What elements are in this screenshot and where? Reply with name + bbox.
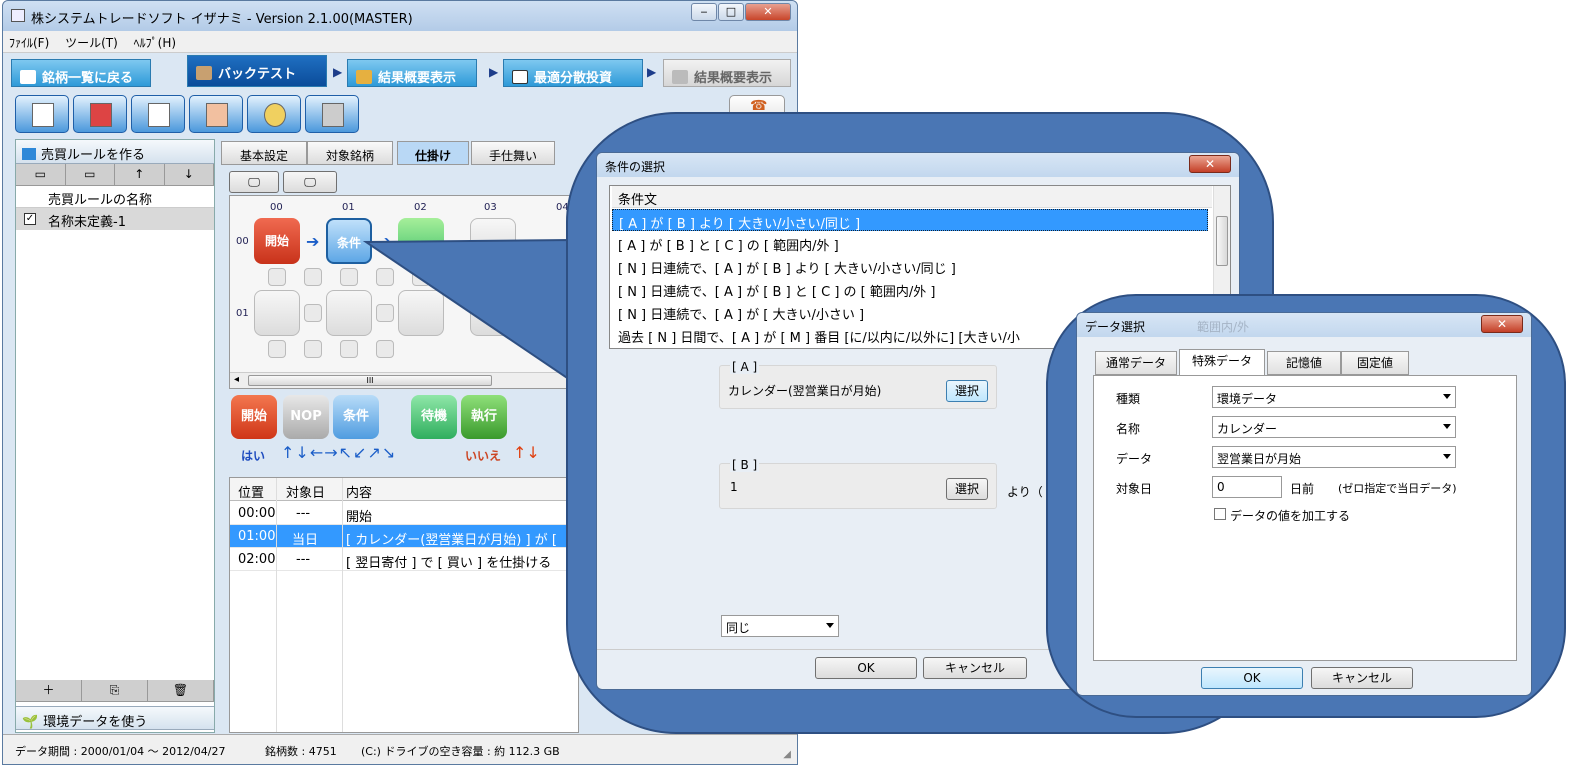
dialog-close-button[interactable]: ✕ [1189, 155, 1231, 173]
chevron-down-icon [826, 623, 834, 628]
dialog-title-bar[interactable]: 条件の選択 ✕ [597, 153, 1239, 177]
tab-fixed-value[interactable]: 固定値 [1341, 351, 1409, 375]
name-value: カレンダー [1217, 422, 1278, 436]
group-b-value: 1 [730, 480, 738, 494]
dialog-title: 条件の選択 [605, 160, 666, 174]
tab-normal-data[interactable]: 通常データ [1095, 351, 1177, 375]
data-label: データ [1116, 452, 1153, 466]
data-select[interactable]: 翌営業日が月始 [1212, 446, 1456, 468]
group-a-value: カレンダー(翌営業日が月始) [728, 384, 882, 398]
select-a-button[interactable]: 選択 [946, 380, 988, 402]
data-value: 翌営業日が月始 [1217, 452, 1302, 466]
group-b: [ B ] 1 選択 [719, 458, 997, 509]
dialog-title: データ選択 [1085, 320, 1146, 334]
dialog-title-ghost: 範囲内/外 [1197, 320, 1250, 334]
list-item[interactable]: [ A ] が [ B ] と [ C ] の [ 範囲内/外 ] [612, 232, 845, 254]
list-item[interactable]: 過去 [ N ] 日間で、[ A ] が [ M ] 番目 [に/以内に/以外に… [612, 324, 1026, 346]
ok-button[interactable]: OK [815, 657, 917, 679]
list-item[interactable]: [ A ] が [ B ] より [ 大きい/小さい/同じ ] [612, 209, 1208, 232]
compare-value: 同じ [726, 621, 751, 635]
callout-pointer-1 [362, 238, 587, 393]
kind-value: 環境データ [1217, 392, 1278, 406]
list-item[interactable]: [ N ] 日連続で、[ A ] が [ 大きい/小さい ] [612, 301, 870, 323]
tab-memory-value[interactable]: 記憶値 [1267, 351, 1341, 375]
chevron-down-icon [1443, 454, 1451, 459]
name-label: 名称 [1116, 422, 1141, 436]
chevron-down-icon [1443, 394, 1451, 399]
scroll-thumb[interactable] [1216, 216, 1228, 266]
group-b-label: [ B ] [730, 458, 760, 472]
yori-label: より（ [1007, 485, 1043, 499]
group-a: [ A ] カレンダー(翌営業日が月始) 選択 [719, 360, 997, 409]
day-suffix: 日前 [1290, 482, 1315, 496]
process-checkbox[interactable] [1214, 508, 1226, 520]
name-select[interactable]: カレンダー [1212, 416, 1456, 438]
kind-label: 種類 [1116, 392, 1141, 406]
dialog-title-bar[interactable]: データ選択 範囲内/外 ✕ [1077, 313, 1531, 337]
day-note: (ゼロ指定で当日データ) [1338, 482, 1457, 495]
list-item[interactable]: [ N ] 日連続で、[ A ] が [ B ] と [ C ] の [ 範囲内… [612, 278, 941, 300]
day-input[interactable]: 0 [1212, 476, 1282, 498]
dialog-close-button[interactable]: ✕ [1481, 315, 1523, 333]
group-a-label: [ A ] [730, 360, 760, 374]
process-label: データの値を加工する [1230, 509, 1351, 523]
ok-button[interactable]: OK [1201, 667, 1303, 689]
compare-select[interactable]: 同じ [721, 615, 839, 637]
special-data-panel: 種類 環境データ 名称 カレンダー データ 翌営業日が月始 対象日 0 日前 (… [1093, 375, 1517, 661]
day-label: 対象日 [1116, 482, 1153, 496]
select-b-button[interactable]: 選択 [946, 478, 988, 500]
kind-select[interactable]: 環境データ [1212, 386, 1456, 408]
cancel-button[interactable]: キャンセル [923, 657, 1027, 679]
chevron-down-icon [1443, 424, 1451, 429]
tab-special-data[interactable]: 特殊データ [1179, 349, 1265, 376]
condition-list-header: 条件文 [612, 186, 1212, 208]
data-select-dialog: データ選択 範囲内/外 ✕ 通常データ 特殊データ 記憶値 固定値 種類 環境デ… [1076, 312, 1532, 696]
cancel-button[interactable]: キャンセル [1311, 667, 1413, 689]
list-item[interactable]: [ N ] 日連続で、[ A ] が [ B ] より [ 大きい/小さい/同じ… [612, 255, 962, 277]
